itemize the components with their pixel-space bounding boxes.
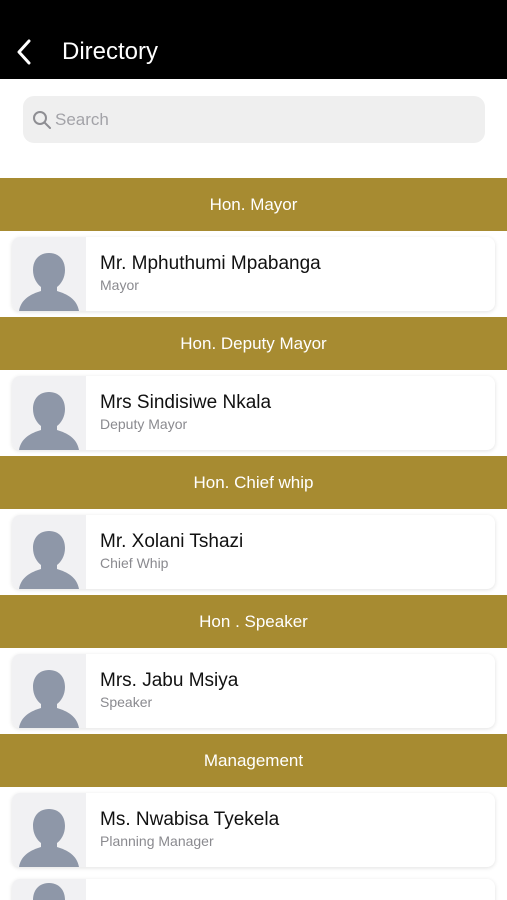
avatar xyxy=(12,793,86,867)
section-header: Hon . Speaker xyxy=(0,595,507,648)
chevron-left-icon xyxy=(17,39,31,65)
section-header: Hon. Chief whip xyxy=(0,456,507,509)
search-input[interactable] xyxy=(55,96,475,143)
person-placeholder-icon xyxy=(19,253,79,311)
avatar xyxy=(12,879,86,900)
contact-name: Ms. Nwabisa Tyekela xyxy=(100,809,280,830)
list-item: Mrs. Jabu Msiya Speaker xyxy=(0,648,507,734)
list-item: Mr. Xolani Tshazi Chief Whip xyxy=(0,509,507,595)
nav-bar: Directory xyxy=(0,0,507,79)
person-placeholder-icon xyxy=(19,670,79,728)
contact-role: Speaker xyxy=(100,694,153,710)
person-placeholder-icon xyxy=(19,809,79,867)
contact-name: Mr. Xolani Tshazi xyxy=(100,531,244,552)
list-item: Mr. Mphuthumi Mpabanga Mayor xyxy=(0,231,507,317)
contact-card[interactable]: Mr. Mphuthumi Mpabanga Mayor xyxy=(12,237,495,311)
list-item-partial xyxy=(0,873,507,900)
avatar xyxy=(12,515,86,589)
section-header: Hon. Mayor xyxy=(0,178,507,231)
avatar xyxy=(12,654,86,728)
section-header: Management xyxy=(0,734,507,787)
contact-card[interactable]: Mr. Xolani Tshazi Chief Whip xyxy=(12,515,495,589)
contact-role: Deputy Mayor xyxy=(100,416,188,432)
contact-name: Mrs Sindisiwe Nkala xyxy=(100,392,272,413)
avatar xyxy=(12,237,86,311)
list-item: Mrs Sindisiwe Nkala Deputy Mayor xyxy=(0,370,507,456)
contact-card[interactable]: Mrs Sindisiwe Nkala Deputy Mayor xyxy=(12,376,495,450)
search-bar[interactable] xyxy=(23,96,485,143)
directory-list: Hon. Mayor Mr. Mphuthumi Mpabanga Mayor … xyxy=(0,178,507,900)
person-placeholder-icon xyxy=(33,883,65,900)
contact-card[interactable]: Ms. Nwabisa Tyekela Planning Manager xyxy=(12,793,495,867)
back-button[interactable] xyxy=(10,34,38,70)
person-placeholder-icon xyxy=(19,392,79,450)
contact-role: Chief Whip xyxy=(100,555,169,571)
person-placeholder-icon xyxy=(19,531,79,589)
avatar xyxy=(12,376,86,450)
list-item: Ms. Nwabisa Tyekela Planning Manager xyxy=(0,787,507,873)
contact-role: Planning Manager xyxy=(100,833,214,849)
contact-role: Mayor xyxy=(100,277,139,293)
contact-name: Mr. Mphuthumi Mpabanga xyxy=(100,253,321,274)
section-header: Hon. Deputy Mayor xyxy=(0,317,507,370)
contact-name: Mrs. Jabu Msiya xyxy=(100,670,239,691)
contact-card[interactable] xyxy=(12,879,495,900)
search-icon xyxy=(33,111,51,129)
page-title: Directory xyxy=(62,38,159,65)
contact-card[interactable]: Mrs. Jabu Msiya Speaker xyxy=(12,654,495,728)
